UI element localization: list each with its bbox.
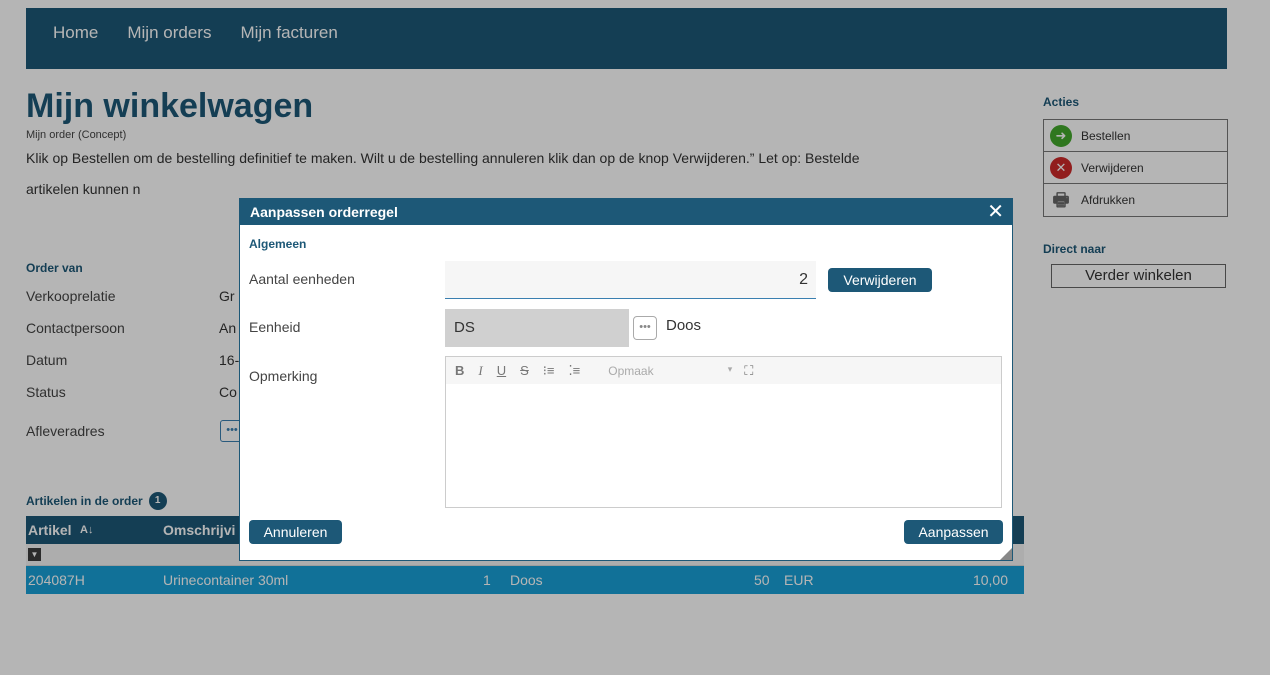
fullscreen-icon[interactable]: ⛶ (744, 363, 753, 379)
cancel-button[interactable]: Annuleren (249, 520, 342, 544)
remark-editor[interactable]: B I U S ⁝≡ ⁚≡ Opmaak ▾ ⛶ (445, 356, 1002, 508)
unit-code-field[interactable]: DS (445, 309, 629, 347)
italic-icon[interactable]: I (478, 363, 482, 379)
dialog-title: Aanpassen orderregel (250, 204, 398, 220)
close-icon[interactable]: ✕ (987, 199, 1004, 225)
dialog-header: Aanpassen orderregel ✕ (240, 199, 1012, 225)
editor-toolbar: B I U S ⁝≡ ⁚≡ Opmaak ▾ ⛶ (446, 357, 1001, 384)
quantity-input[interactable] (445, 261, 816, 299)
chevron-down-icon: ▾ (727, 363, 733, 374)
bullet-list-icon[interactable]: ⁚≡ (569, 363, 581, 379)
unit-picker-button[interactable]: ••• (633, 316, 657, 340)
underline-icon[interactable]: U (497, 363, 506, 378)
submit-button[interactable]: Aanpassen (904, 520, 1003, 544)
ordered-list-icon[interactable]: ⁝≡ (543, 363, 555, 379)
format-placeholder: Opmaak (608, 363, 654, 378)
bold-icon[interactable]: B (455, 363, 464, 378)
remove-line-button[interactable]: Verwijderen (828, 268, 932, 292)
qty-label: Aantal eenheden (249, 271, 355, 287)
unit-label: Eenheid (249, 319, 301, 335)
edit-orderline-dialog: Aanpassen orderregel ✕ Algemeen Aantal e… (239, 198, 1013, 561)
unit-name: Doos (666, 317, 702, 334)
format-dropdown[interactable]: Opmaak ▾ (608, 364, 732, 378)
strikethrough-icon[interactable]: S (520, 363, 529, 378)
remark-label: Opmerking (249, 368, 318, 384)
resize-handle[interactable] (1000, 548, 1012, 560)
section-algemeen: Algemeen (249, 237, 307, 251)
